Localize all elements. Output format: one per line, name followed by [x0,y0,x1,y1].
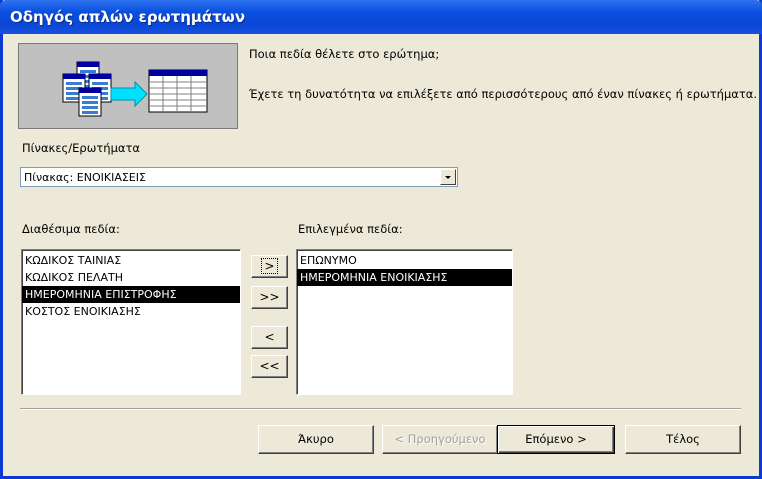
add-field-button-label: > [261,258,278,274]
footer-divider [20,408,741,410]
back-button[interactable]: < Προηγούμενο [382,425,498,454]
available-fields-list[interactable]: ΚΩΔΙΚΟΣ ΤΑΙΝΙΑΣ ΚΩΔΙΚΟΣ ΠΕΛΑΤΗ ΗΜΕΡΟΜΗΝΙ… [21,249,241,395]
selected-field-item[interactable]: ΕΠΩΝΥΜΟ [297,252,512,269]
window-title: Οδηγός απλών ερωτημάτων [10,8,246,26]
selected-fields-label: Επιλεγμένα πεδία: [298,222,403,236]
finish-button[interactable]: Τέλος [625,425,741,454]
available-field-item[interactable]: ΚΩΔΙΚΟΣ ΠΕΛΑΤΗ [22,269,240,286]
add-all-fields-button[interactable]: >> [251,286,288,309]
next-button[interactable]: Επόμενο > [497,425,615,454]
selected-fields-list[interactable]: ΕΠΩΝΥΜΟ ΗΜΕΡΟΜΗΝΙΑ ΕΝΟΙΚΙΑΣΗΣ [296,249,513,395]
remove-all-fields-button[interactable]: << [251,355,288,378]
table-query-dropdown-value: Πίνακας: ΕΝΟΙΚΙΑΣΕΙΣ [24,171,146,184]
wizard-question: Ποια πεδία θέλετε στο ερώτημα; [249,47,440,61]
chevron-down-icon[interactable] [440,169,456,185]
tables-queries-label: Πίνακες/Ερωτήματα [22,141,140,155]
table-query-dropdown[interactable]: Πίνακας: ΕΝΟΙΚΙΑΣΕΙΣ [20,167,458,187]
available-field-item[interactable]: ΗΜΕΡΟΜΗΝΙΑ ΕΠΙΣΤΡΟΦΗΣ [22,286,240,303]
tables-to-query-icon [62,61,208,117]
wizard-hint: Έχετε τη δυνατότητα να επιλέξετε από περ… [249,87,758,101]
available-field-item[interactable]: ΚΟΣΤΟΣ ΕΝΟΙΚΙΑΣΗΣ [22,303,240,320]
remove-field-button[interactable]: < [251,326,288,349]
wizard-illustration [18,43,238,129]
dialog-body: Ποια πεδία θέλετε στο ερώτημα; Έχετε τη … [3,34,759,476]
title-bar[interactable]: Οδηγός απλών ερωτημάτων [0,0,762,34]
cancel-button[interactable]: Άκυρο [258,425,374,454]
add-field-button[interactable]: > [251,255,288,278]
available-field-item[interactable]: ΚΩΔΙΚΟΣ ΤΑΙΝΙΑΣ [22,252,240,269]
query-wizard-window: Οδηγός απλών ερωτημάτων Ποια πεδία θέλετ… [0,0,762,479]
selected-field-item[interactable]: ΗΜΕΡΟΜΗΝΙΑ ΕΝΟΙΚΙΑΣΗΣ [297,269,512,286]
available-fields-label: Διαθέσιμα πεδία: [22,222,120,236]
